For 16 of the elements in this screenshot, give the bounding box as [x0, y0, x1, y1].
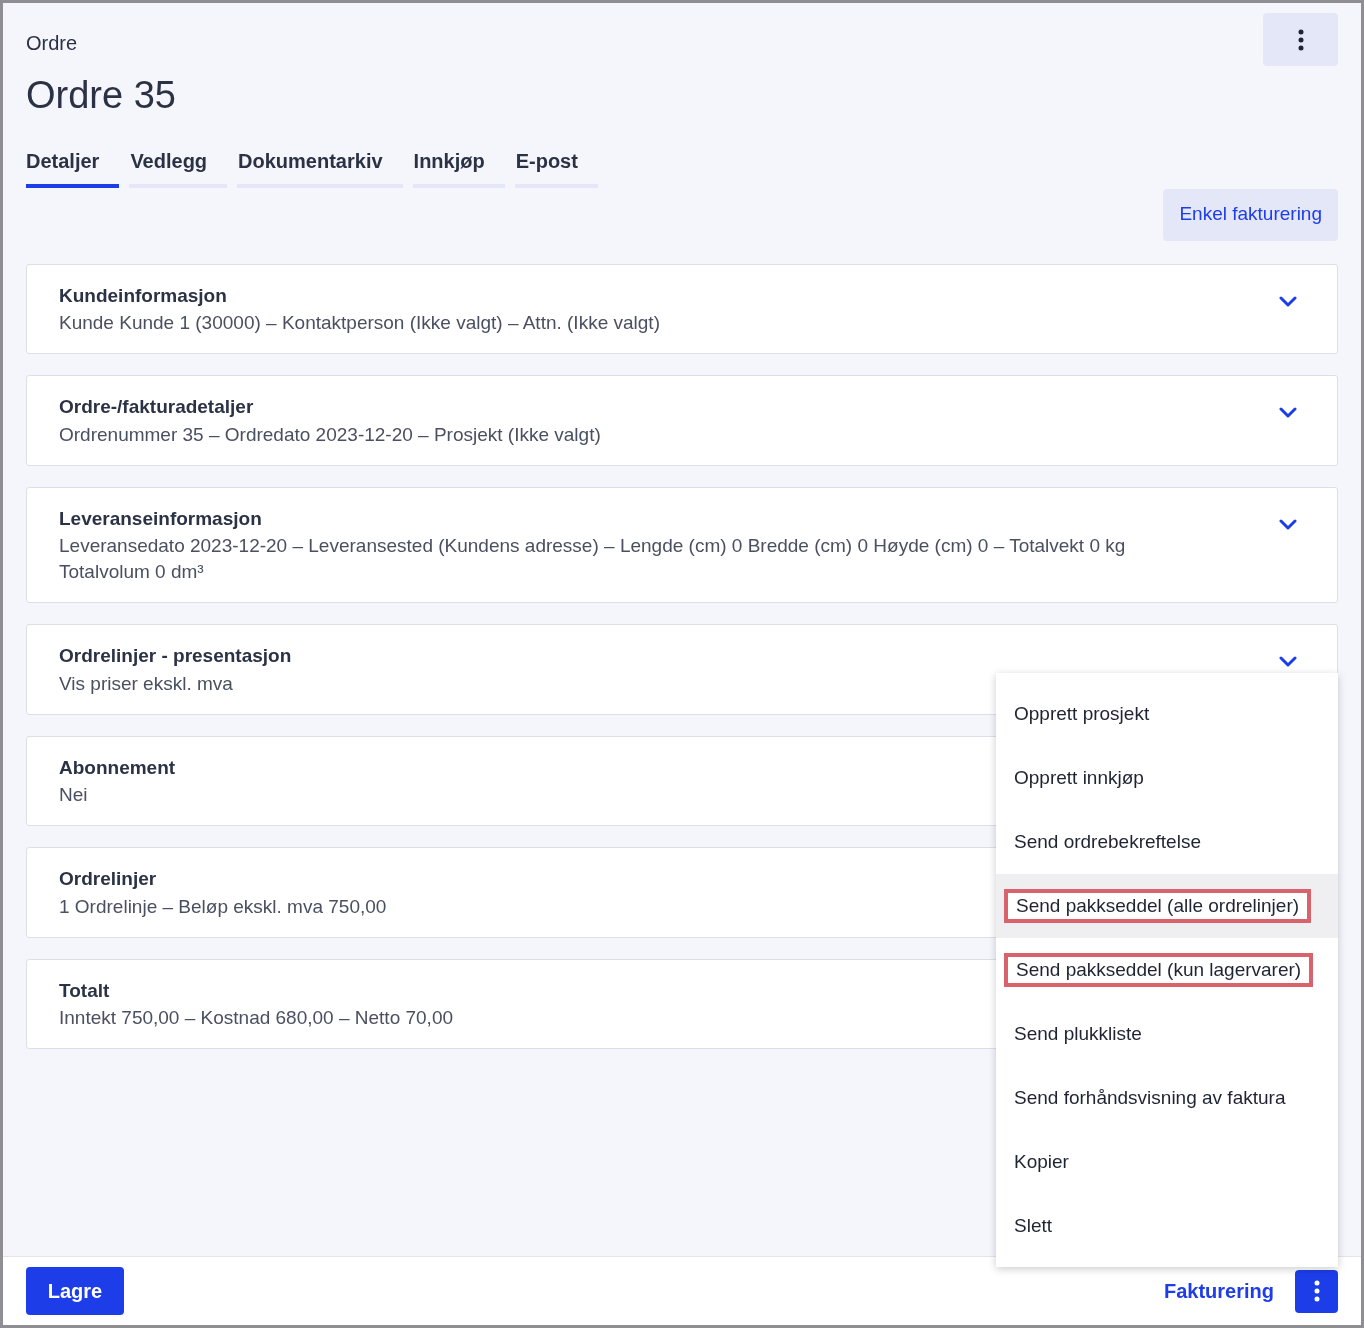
section-title: Leveranseinformasjon — [59, 506, 263, 531]
section-title: Ordre-/fakturadetaljer — [59, 395, 255, 419]
section-summary: Vis priser ekskl. mva — [59, 671, 234, 696]
section-summary: Leveransedato 2023-12-20 – Leveransested (Kundens adresse) – Lengde (cm) 0 Bredde (cm) 0 Høyde (cm) 0 – Totalvekt 0 kg Totalvolum 0 dm³ — [59, 534, 1127, 584]
section-title: Abonnement — [59, 755, 176, 780]
section-summary: Kunde Kunde 1 (30000) – Kontaktperson (Ikke valgt) – Attn. (Ikke valgt) — [59, 311, 660, 335]
page-title: Ordre 35 — [26, 73, 176, 118]
section-title: Ordrelinjer - presentasjon — [59, 644, 292, 668]
section-summary: Nei — [59, 783, 89, 807]
section-title: Totalt — [59, 978, 111, 1003]
section-title: Kundeinformasjon — [59, 283, 228, 308]
breadcrumb: Ordre — [26, 31, 79, 56]
section-summary: Ordrenummer 35 – Ordredato 2023-12-20 – Prosjekt (Ikke valgt) — [59, 422, 601, 447]
section-summary: 1 Ordrelinje – Beløp ekskl. mva 750,00 — [59, 894, 387, 919]
section-title: Ordrelinjer — [59, 867, 158, 891]
section-summary: Inntekt 750,00 – Kostnad 680,00 – Netto 70,00 — [59, 1006, 454, 1030]
